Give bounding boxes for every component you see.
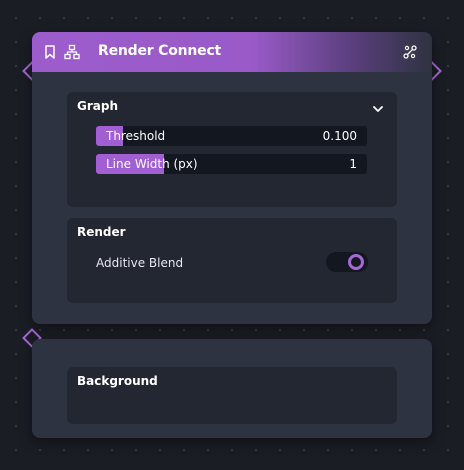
background-section-title: Background [77,374,158,388]
line-width-slider[interactable]: Line Width (px) 1 [96,154,367,174]
node-header[interactable]: Render Connect [32,32,432,72]
threshold-value: 0.100 [322,129,357,143]
hierarchy-icon[interactable] [64,44,80,60]
threshold-label: Threshold [106,129,166,143]
threshold-slider[interactable]: Threshold 0.100 [96,126,367,146]
additive-blend-label: Additive Blend [96,256,184,270]
node-title: Render Connect [98,43,222,59]
additive-blend-toggle[interactable] [326,252,368,272]
bookmark-icon[interactable] [42,44,58,60]
render-section-title: Render [77,225,126,239]
graph-section-title: Graph [77,99,118,113]
background-section: Background [67,367,397,424]
node-link-icon[interactable] [402,44,418,60]
graph-section: Graph Threshold 0.100 Line Width (px) 1 [67,92,397,207]
background-node[interactable]: Background [32,339,432,438]
render-section: Render Additive Blend [67,218,397,303]
render-connect-node[interactable]: Render Connect Graph Threshold 0.100 Lin… [32,32,432,324]
chevron-down-icon[interactable] [371,102,385,116]
line-width-label: Line Width (px) [106,157,198,171]
toggle-knob [348,254,364,270]
line-width-value: 1 [349,157,357,171]
